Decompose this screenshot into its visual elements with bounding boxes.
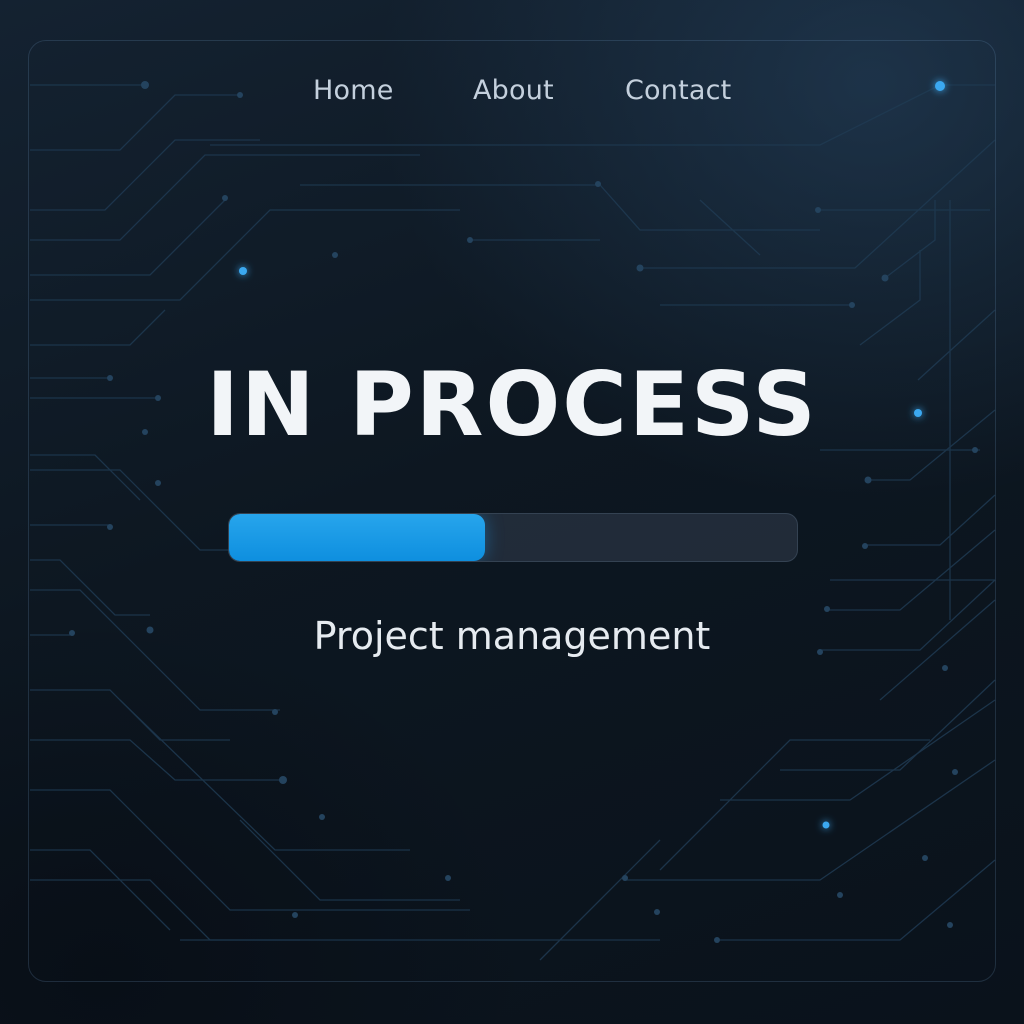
progress-bar	[228, 513, 798, 562]
page: Home About Contact IN PROCESS Project ma…	[0, 0, 1024, 1024]
subtitle: Project management	[313, 614, 711, 658]
content-frame	[28, 40, 996, 982]
nav-link-home[interactable]: Home	[313, 70, 394, 112]
nav-link-contact[interactable]: Contact	[625, 70, 731, 112]
status-title: IN PROCESS	[206, 353, 818, 456]
top-nav: Home About Contact	[0, 70, 1024, 112]
nav-link-about[interactable]: About	[473, 70, 554, 112]
progress-bar-fill	[229, 514, 485, 561]
